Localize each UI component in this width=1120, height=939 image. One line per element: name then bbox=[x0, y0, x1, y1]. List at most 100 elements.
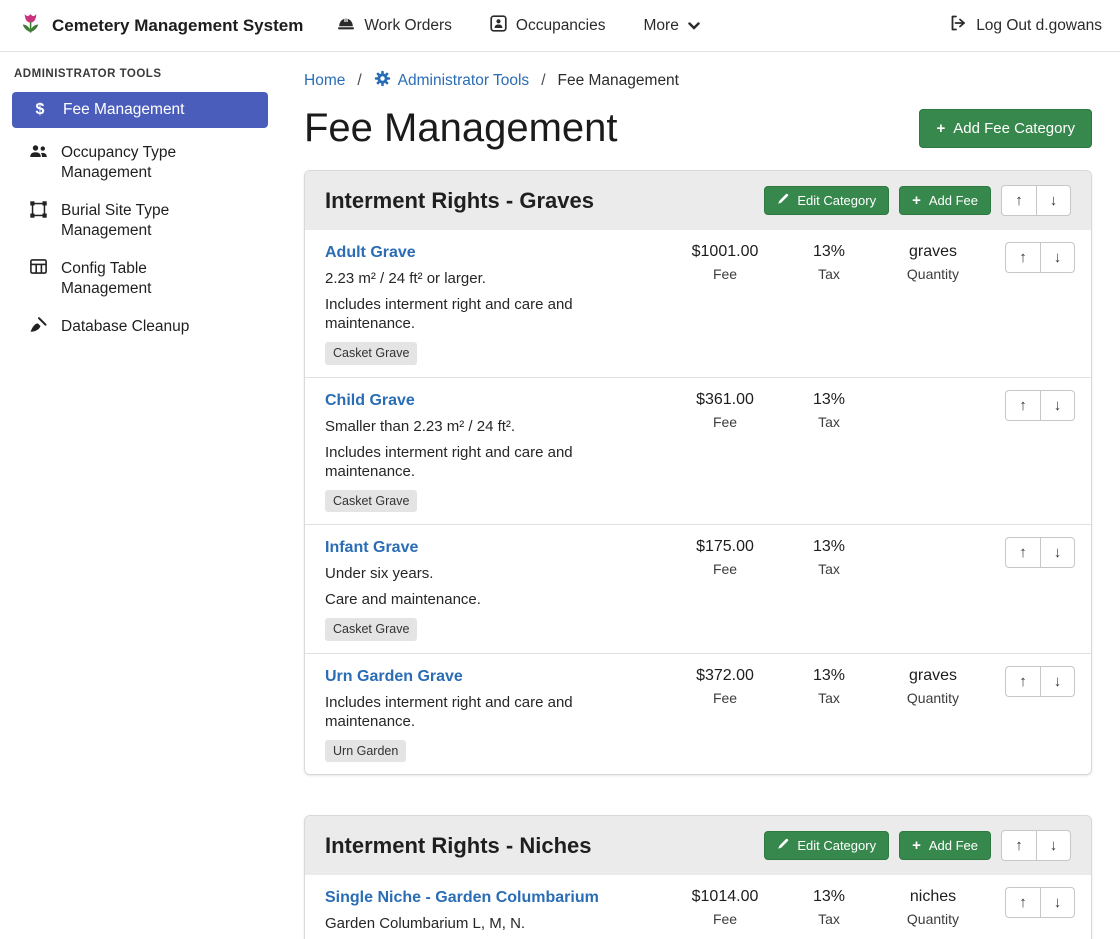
quantity-column: graves Quantity bbox=[877, 666, 989, 706]
sidebar-item-occupancy-type[interactable]: Occupancy Type Management bbox=[0, 134, 280, 192]
sidebar-item-label: Fee Management bbox=[63, 100, 185, 120]
move-fee-up-button[interactable]: ↑ bbox=[1005, 666, 1040, 697]
tax-label: Tax bbox=[781, 266, 877, 282]
fee-description: 2.23 m² / 24 ft² or larger. bbox=[325, 269, 661, 288]
arrow-down-icon: ↓ bbox=[1054, 544, 1062, 561]
move-fee-down-button[interactable]: ↓ bbox=[1040, 537, 1075, 568]
tax-value: 13% bbox=[781, 538, 877, 556]
fee-info: Child Grave Smaller than 2.23 m² / 24 ft… bbox=[325, 390, 669, 513]
quantity-value: graves bbox=[877, 243, 989, 261]
nav-occupancies[interactable]: Occupancies bbox=[490, 15, 606, 37]
quantity-value: niches bbox=[877, 888, 989, 906]
add-fee-button[interactable]: + Add Fee bbox=[899, 186, 991, 215]
fee-amount: $361.00 bbox=[669, 391, 781, 409]
users-icon bbox=[28, 143, 48, 165]
category-header: Interment Rights - Niches Edit Category … bbox=[305, 816, 1091, 875]
category-card-niches: Interment Rights - Niches Edit Category … bbox=[304, 815, 1092, 939]
fee-name-link[interactable]: Urn Garden Grave bbox=[325, 666, 463, 687]
broom-icon bbox=[28, 317, 48, 339]
move-fee-down-button[interactable]: ↓ bbox=[1040, 242, 1075, 273]
main-content: Home / Administrator To bbox=[280, 52, 1120, 939]
tax-column: 13% Tax bbox=[781, 537, 877, 577]
nav-work-orders-label: Work Orders bbox=[364, 17, 452, 35]
fee-description: Garden Columbarium L, M, N. bbox=[325, 914, 661, 933]
fee-info: Single Niche - Garden Columbarium Garden… bbox=[325, 887, 669, 939]
table-icon bbox=[28, 259, 48, 280]
sidebar-item-label: Occupancy Type Management bbox=[61, 143, 221, 183]
sidebar-item-fee-management[interactable]: $ Fee Management bbox=[12, 92, 268, 128]
move-fee-up-button[interactable]: ↑ bbox=[1005, 390, 1040, 421]
nav-more[interactable]: More bbox=[644, 17, 700, 35]
arrow-down-icon: ↓ bbox=[1054, 673, 1062, 690]
edit-category-button[interactable]: Edit Category bbox=[764, 186, 889, 215]
arrow-up-icon: ↑ bbox=[1019, 249, 1027, 266]
move-category-up-button[interactable]: ↑ bbox=[1001, 185, 1036, 216]
fee-amount-column: $1001.00 Fee bbox=[669, 242, 781, 282]
fee-name-link[interactable]: Adult Grave bbox=[325, 242, 416, 263]
add-fee-category-button[interactable]: + Add Fee Category bbox=[919, 109, 1092, 148]
chevron-down-icon bbox=[688, 17, 700, 35]
arrow-up-icon: ↑ bbox=[1015, 192, 1023, 209]
move-fee-up-button[interactable]: ↑ bbox=[1005, 242, 1040, 273]
move-fee-down-button[interactable]: ↓ bbox=[1040, 390, 1075, 421]
top-navbar: Cemetery Management System Work Orders O… bbox=[0, 0, 1120, 52]
sidebar-item-label: Database Cleanup bbox=[61, 317, 189, 337]
quantity-column: graves Quantity bbox=[877, 242, 989, 282]
move-category-down-button[interactable]: ↓ bbox=[1036, 185, 1071, 216]
fee-row-urn-garden-grave: Urn Garden Grave Includes interment righ… bbox=[305, 653, 1091, 775]
sidebar-item-config-table[interactable]: Config Table Management bbox=[0, 250, 280, 308]
logout-button[interactable]: Log Out d.gowans bbox=[949, 14, 1102, 37]
breadcrumb-home-link[interactable]: Home bbox=[304, 72, 345, 90]
arrow-down-icon: ↓ bbox=[1054, 894, 1062, 911]
move-fee-up-button[interactable]: ↑ bbox=[1005, 537, 1040, 568]
sidebar-item-database-cleanup[interactable]: Database Cleanup bbox=[0, 308, 280, 348]
sidebar-heading: ADMINISTRATOR TOOLS bbox=[0, 68, 280, 92]
pencil-icon bbox=[777, 838, 789, 853]
move-fee-down-button[interactable]: ↓ bbox=[1040, 887, 1075, 918]
arrow-up-icon: ↑ bbox=[1015, 837, 1023, 854]
app-brand[interactable]: Cemetery Management System bbox=[18, 11, 303, 41]
quantity-column-empty bbox=[877, 390, 989, 391]
quantity-column-empty bbox=[877, 537, 989, 538]
fee-description: Includes interment right and care and ma… bbox=[325, 443, 661, 481]
fee-amount: $372.00 bbox=[669, 667, 781, 685]
move-fee-down-button[interactable]: ↓ bbox=[1040, 666, 1075, 697]
fee-info: Urn Garden Grave Includes interment righ… bbox=[325, 666, 669, 763]
edit-category-label: Edit Category bbox=[797, 193, 876, 208]
sidebar-item-burial-site-type[interactable]: Burial Site Type Management bbox=[0, 192, 280, 250]
plus-icon: + bbox=[936, 121, 945, 136]
pencil-icon bbox=[777, 193, 789, 208]
app-title: Cemetery Management System bbox=[52, 16, 303, 36]
edit-category-button[interactable]: Edit Category bbox=[764, 831, 889, 860]
breadcrumb-admin-tools-link[interactable]: Administrator Tools bbox=[374, 70, 530, 92]
fee-type-badge: Casket Grave bbox=[325, 618, 417, 641]
fee-amount-label: Fee bbox=[669, 414, 781, 430]
fee-name-link[interactable]: Infant Grave bbox=[325, 537, 418, 558]
tax-value: 13% bbox=[781, 391, 877, 409]
fee-amount: $1001.00 bbox=[669, 243, 781, 261]
plus-icon: + bbox=[912, 838, 921, 853]
tax-column: 13% Tax bbox=[781, 887, 877, 927]
category-header: Interment Rights - Graves Edit Category … bbox=[305, 171, 1091, 230]
add-fee-button[interactable]: + Add Fee bbox=[899, 831, 991, 860]
fee-name-link[interactable]: Single Niche - Garden Columbarium bbox=[325, 887, 599, 908]
arrow-down-icon: ↓ bbox=[1054, 249, 1062, 266]
plus-icon: + bbox=[912, 193, 921, 208]
fee-description: Smaller than 2.23 m² / 24 ft². bbox=[325, 417, 661, 436]
move-fee-up-button[interactable]: ↑ bbox=[1005, 887, 1040, 918]
logout-icon bbox=[949, 14, 967, 37]
fee-amount: $175.00 bbox=[669, 538, 781, 556]
fee-reorder: ↑ ↓ bbox=[989, 390, 1075, 421]
fee-name-link[interactable]: Child Grave bbox=[325, 390, 415, 411]
fee-amount-label: Fee bbox=[669, 690, 781, 706]
quantity-value: graves bbox=[877, 667, 989, 685]
quantity-label: Quantity bbox=[877, 690, 989, 706]
tax-label: Tax bbox=[781, 911, 877, 927]
nav-more-label: More bbox=[644, 17, 679, 35]
nav-work-orders[interactable]: Work Orders bbox=[337, 15, 452, 36]
move-category-up-button[interactable]: ↑ bbox=[1001, 830, 1036, 861]
arrow-up-icon: ↑ bbox=[1019, 894, 1027, 911]
tax-label: Tax bbox=[781, 414, 877, 430]
move-category-down-button[interactable]: ↓ bbox=[1036, 830, 1071, 861]
fee-reorder: ↑ ↓ bbox=[989, 242, 1075, 273]
